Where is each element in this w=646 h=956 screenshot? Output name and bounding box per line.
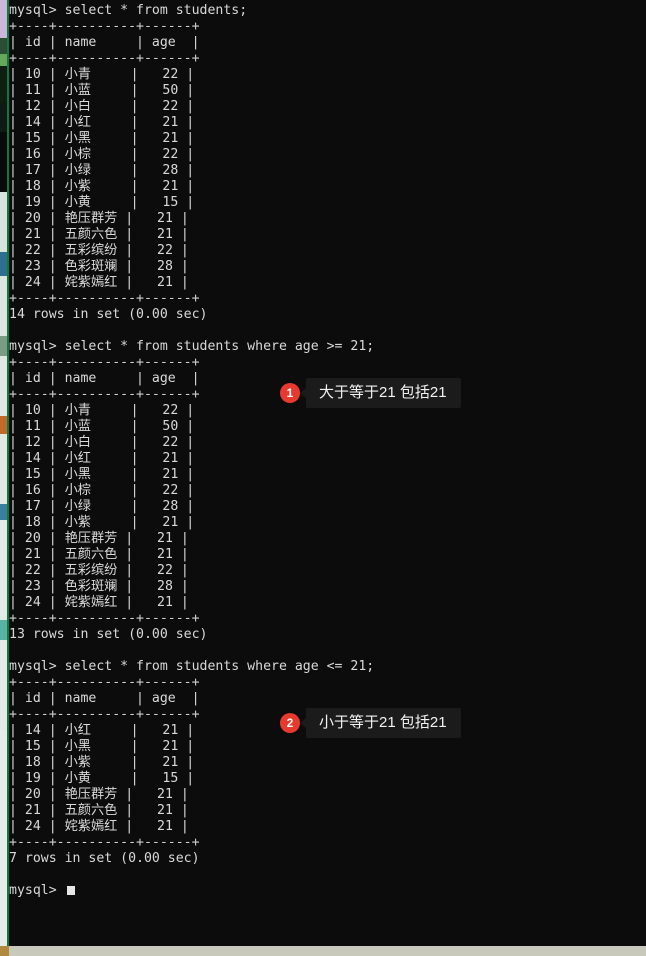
table-row: | 19 | 小黄 | 15 |	[9, 771, 195, 786]
terminal-line-prompt-2: mysql> select * from students where age …	[9, 339, 375, 354]
table-row: | 23 | 色彩斑斓 | 28 |	[9, 259, 189, 274]
terminal-output: mysql> select * from students; +----+---…	[9, 0, 646, 899]
table-row: | 21 | 五颜六色 | 21 |	[9, 803, 189, 818]
annotation-callout-1: 1 大于等于21 包括21	[280, 378, 461, 408]
terminal-line-rule: +----+----------+------+	[9, 611, 200, 626]
table-row: | 18 | 小紫 | 21 |	[9, 515, 195, 530]
table-row: | 11 | 小蓝 | 50 |	[9, 83, 195, 98]
table-row: | 16 | 小棕 | 22 |	[9, 483, 195, 498]
taskbar-sliver	[0, 946, 9, 956]
table-row: | 23 | 色彩斑斓 | 28 |	[9, 579, 189, 594]
annotation-badge-2: 2	[280, 713, 300, 733]
table-row: | 14 | 小红 | 21 |	[9, 115, 195, 130]
terminal-line-rule: +----+----------+------+	[9, 291, 200, 306]
text-cursor	[66, 886, 75, 895]
table-row: | 20 | 艳压群芳 | 21 |	[9, 787, 189, 802]
terminal-line-rule: +----+----------+------+	[9, 675, 200, 690]
table-row: | 15 | 小黑 | 21 |	[9, 739, 195, 754]
table-row: | 14 | 小红 | 21 |	[9, 451, 195, 466]
table-row: | 24 | 姹紫嫣红 | 21 |	[9, 819, 189, 834]
table-row: | 19 | 小黄 | 15 |	[9, 195, 195, 210]
table-row: | 16 | 小棕 | 22 |	[9, 147, 195, 162]
table-row: | 21 | 五颜六色 | 21 |	[9, 547, 189, 562]
mysql-terminal-window[interactable]: mysql> select * from students; +----+---…	[9, 0, 646, 946]
result-status: 14 rows in set (0.00 sec)	[9, 307, 208, 322]
result-status: 13 rows in set (0.00 sec)	[9, 627, 208, 642]
desktop-bottom-edge	[0, 946, 646, 956]
table-row: | 24 | 姹紫嫣红 | 21 |	[9, 275, 189, 290]
table-row: | 20 | 艳压群芳 | 21 |	[9, 211, 189, 226]
table-row: | 21 | 五颜六色 | 21 |	[9, 227, 189, 242]
table-row: | 15 | 小黑 | 21 |	[9, 131, 195, 146]
terminal-line-rule: +----+----------+------+	[9, 19, 200, 34]
terminal-line-rule: +----+----------+------+	[9, 51, 200, 66]
table-row: | 18 | 小紫 | 21 |	[9, 179, 195, 194]
table-row: | 15 | 小黑 | 21 |	[9, 467, 195, 482]
annotation-text-2: 小于等于21 包括21	[300, 708, 461, 738]
result-status: 7 rows in set (0.00 sec)	[9, 851, 200, 866]
terminal-line-header: | id | name | age |	[9, 691, 200, 706]
terminal-line-rule: +----+----------+------+	[9, 835, 200, 850]
table-row: | 17 | 小绿 | 28 |	[9, 499, 195, 514]
annotation-badge-1: 1	[280, 383, 300, 403]
table-row: | 24 | 姹紫嫣红 | 21 |	[9, 595, 189, 610]
terminal-line-rule: +----+----------+------+	[9, 355, 200, 370]
desktop-screen: mysql> select * from students; +----+---…	[0, 0, 646, 956]
table-row: | 22 | 五彩缤纷 | 22 |	[9, 563, 189, 578]
table-row: | 12 | 小白 | 22 |	[9, 99, 195, 114]
table-row: | 12 | 小白 | 22 |	[9, 435, 195, 450]
table-row: | 18 | 小紫 | 21 |	[9, 755, 195, 770]
table-row: | 22 | 五彩缤纷 | 22 |	[9, 243, 189, 258]
terminal-line-header: | id | name | age |	[9, 35, 200, 50]
terminal-prompt-active[interactable]: mysql>	[9, 883, 646, 899]
table-row: | 17 | 小绿 | 28 |	[9, 163, 195, 178]
prompt-text: mysql>	[9, 883, 65, 898]
annotation-callout-2: 2 小于等于21 包括21	[280, 708, 461, 738]
table-row: | 20 | 艳压群芳 | 21 |	[9, 531, 189, 546]
annotation-text-1: 大于等于21 包括21	[300, 378, 461, 408]
table-row: | 10 | 小青 | 22 |	[9, 67, 195, 82]
terminal-line-prompt-1: mysql> select * from students;	[9, 3, 248, 18]
table-row: | 11 | 小蓝 | 50 |	[9, 419, 195, 434]
terminal-line-prompt-3: mysql> select * from students where age …	[9, 659, 375, 674]
